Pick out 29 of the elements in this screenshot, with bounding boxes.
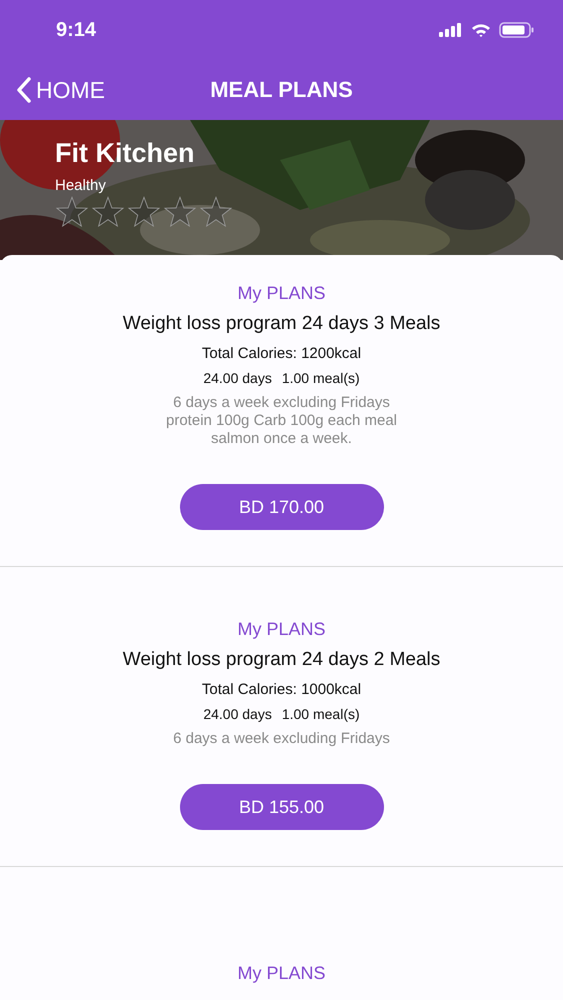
back-button[interactable]: HOME [0, 76, 105, 104]
days-text: 24.00 days [203, 706, 272, 722]
plan-title: Weight loss program 24 days 3 Meals [122, 313, 440, 335]
plan-description: 6 days a week excluding Fridays [172, 730, 391, 748]
section-heading: My PLANS [237, 283, 326, 304]
section-heading: My PLANS [237, 619, 326, 640]
price-button[interactable]: BD 170.00 [180, 484, 384, 530]
star-icon [127, 196, 161, 228]
star-icon [199, 196, 233, 228]
meals-text: 1.00 meal(s) [282, 706, 360, 722]
plan-description: 6 days a week excluding Fridays protein 100g Carb 100g each meal salmon once a week. [165, 394, 398, 448]
star-icon [55, 196, 89, 228]
days-text: 24.00 days [203, 370, 272, 386]
plan-title: Weight loss program 24 days 2 Meals [122, 649, 440, 671]
section-heading: My PLANS [237, 963, 326, 984]
status-time: 9:14 [56, 18, 96, 42]
restaurant-category: Healthy [55, 177, 106, 194]
battery-icon [499, 22, 535, 38]
star-icon [91, 196, 125, 228]
calories-text: Total Calories: 1200kcal [202, 345, 362, 362]
page-title: MEAL PLANS [210, 77, 353, 103]
signal-icon [439, 23, 463, 37]
wifi-icon [471, 23, 491, 37]
meals-text: 1.00 meal(s) [282, 370, 360, 386]
price-button[interactable]: BD 155.00 [180, 784, 384, 830]
calories-text: Total Calories: 1000kcal [202, 681, 362, 698]
chevron-left-icon [16, 76, 32, 104]
star-icon [163, 196, 197, 228]
restaurant-name: Fit Kitchen [55, 138, 194, 169]
